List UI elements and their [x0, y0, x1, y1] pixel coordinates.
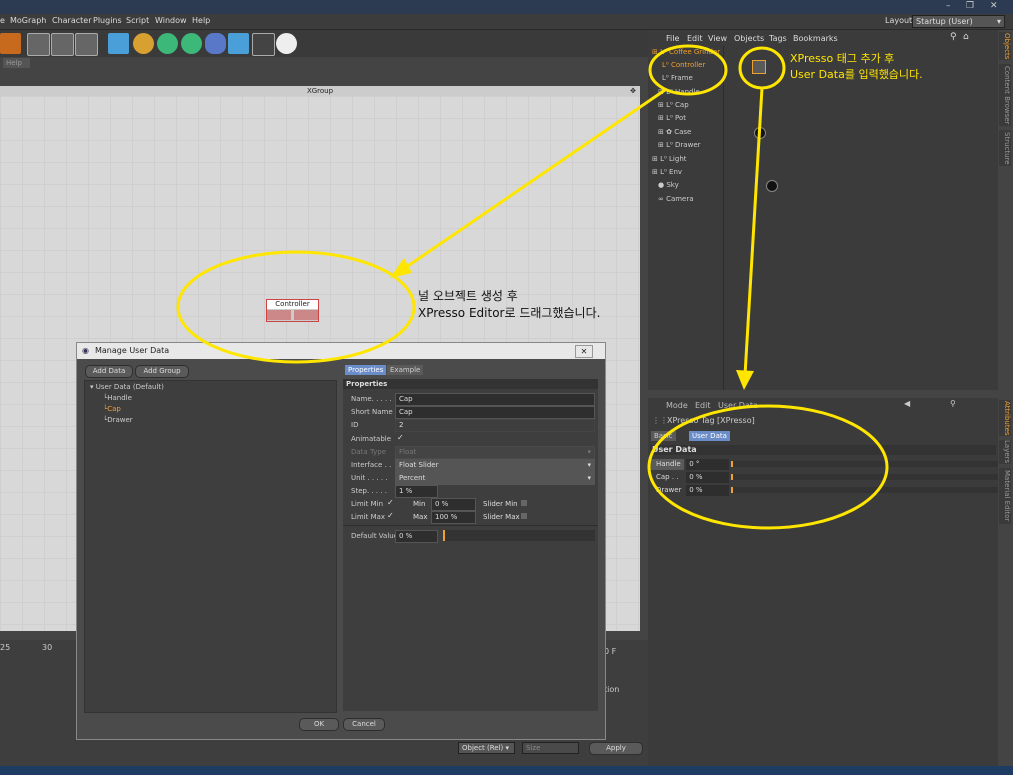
annotation-arrowhead [390, 258, 412, 278]
highlight-ellipse [647, 404, 889, 530]
annotation-overlay [176, 44, 889, 530]
highlight-ellipse [176, 250, 416, 364]
highlight-ellipse [738, 46, 786, 90]
highlight-ellipse [648, 44, 728, 96]
annotation-arrow [401, 88, 666, 272]
annotation-arrow [743, 87, 764, 376]
annotation-arrowhead [736, 370, 754, 390]
